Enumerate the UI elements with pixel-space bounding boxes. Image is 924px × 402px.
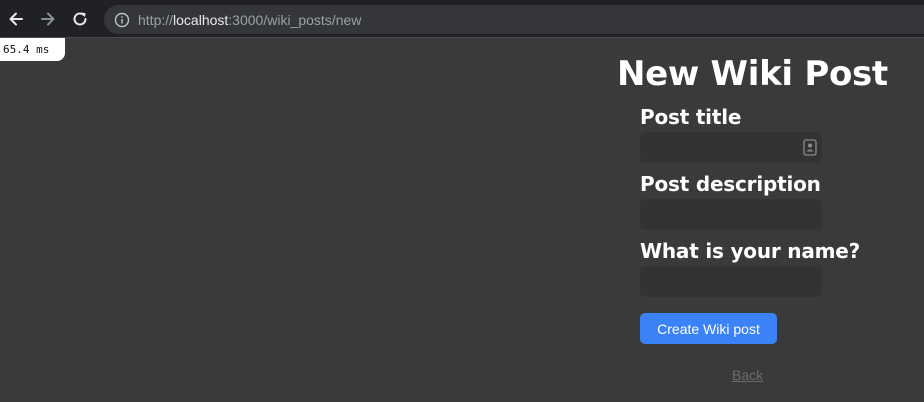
address-bar[interactable]: http://localhost:3000/wiki_posts/new <box>104 5 924 34</box>
url-scheme: http:// <box>138 11 174 28</box>
info-circle-icon[interactable] <box>114 12 130 28</box>
contact-card-icon[interactable] <box>803 139 817 156</box>
forward-arrow-icon[interactable] <box>36 7 60 31</box>
post-title-label: Post title <box>640 105 742 129</box>
post-title-input[interactable] <box>640 132 822 163</box>
url-text: http://localhost:3000/wiki_posts/new <box>138 12 361 28</box>
author-name-input[interactable] <box>640 266 822 297</box>
back-link[interactable]: Back <box>732 367 763 383</box>
url-path: :3000/wiki_posts/new <box>228 11 362 28</box>
author-name-label: What is your name? <box>640 239 861 263</box>
reload-icon[interactable] <box>68 7 92 31</box>
browser-toolbar: http://localhost:3000/wiki_posts/new <box>0 0 924 38</box>
post-description-label: Post description <box>640 172 821 196</box>
page-title: New Wiki Post <box>617 54 888 94</box>
create-wiki-post-button[interactable]: Create Wiki post <box>640 313 777 344</box>
url-host: localhost <box>173 11 229 28</box>
back-arrow-icon[interactable] <box>4 7 28 31</box>
render-timing-badge: 65.4 ms <box>0 38 65 61</box>
post-description-input[interactable] <box>640 199 822 230</box>
